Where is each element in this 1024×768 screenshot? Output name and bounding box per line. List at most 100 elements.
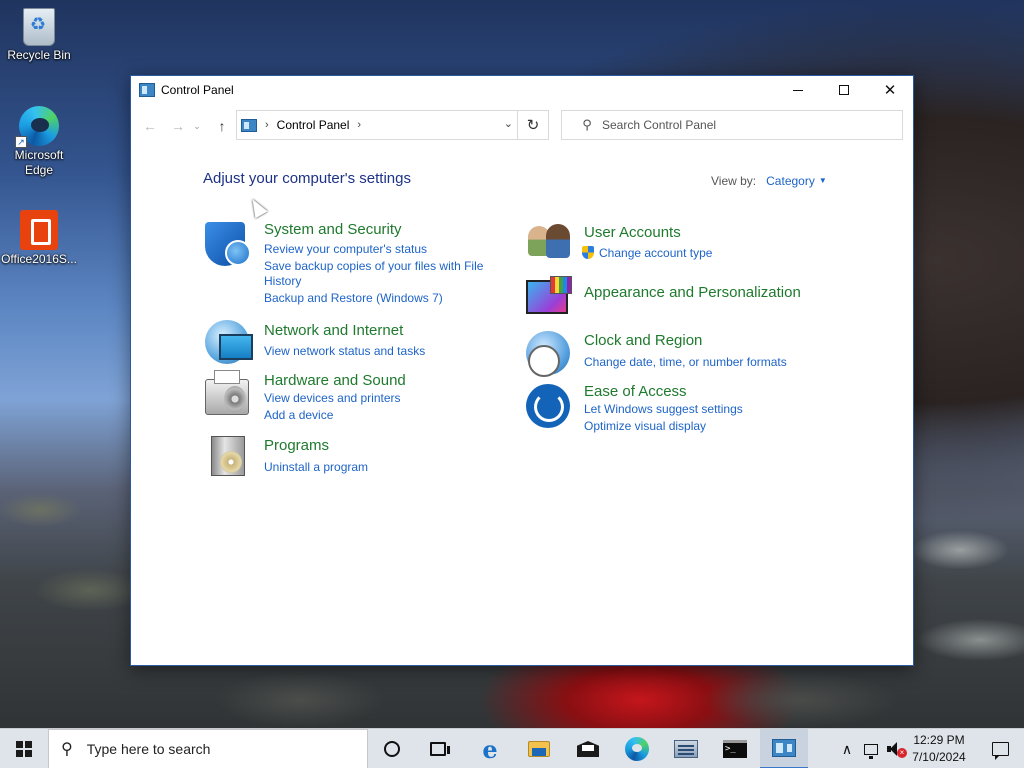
- refresh-icon: ↻: [526, 117, 540, 134]
- view-by-dropdown[interactable]: Category: [766, 174, 815, 188]
- link-devices-printers[interactable]: View devices and printers: [264, 391, 401, 406]
- desktop-icon-microsoft-edge[interactable]: ↗ Microsoft Edge: [1, 106, 77, 178]
- caret-down-icon[interactable]: ▼: [819, 176, 827, 185]
- start-button[interactable]: [0, 729, 48, 768]
- network-icon[interactable]: [205, 320, 253, 368]
- desktop-icon-label: Recycle Bin: [7, 48, 71, 62]
- category-title[interactable]: Programs: [264, 437, 329, 454]
- link-file-history[interactable]: Save backup copies of your files with Fi…: [264, 259, 483, 274]
- address-bar[interactable]: › Control Panel › ⌄: [236, 110, 518, 140]
- category-title[interactable]: User Accounts: [584, 224, 681, 241]
- taskbar-server-manager[interactable]: [662, 729, 710, 768]
- address-dropdown-icon[interactable]: ⌄: [504, 117, 513, 130]
- category-ease-of-access: Ease of Access Let Windows suggest setti…: [526, 383, 886, 440]
- taskbar-control-panel[interactable]: [760, 729, 808, 768]
- chevron-down-icon: ⌄: [193, 121, 201, 131]
- category-title[interactable]: Appearance and Personalization: [584, 284, 801, 301]
- category-network-internet: Network and Internet View network status…: [205, 320, 505, 368]
- arrow-up-icon: ↑: [218, 118, 226, 134]
- edge-icon: [625, 737, 649, 761]
- shield-icon[interactable]: [205, 222, 253, 270]
- category-appearance: Appearance and Personalization: [526, 276, 886, 324]
- cortana-button[interactable]: [368, 729, 416, 768]
- arrow-left-icon: ←: [143, 118, 157, 134]
- programs-icon[interactable]: [205, 436, 253, 484]
- title-bar[interactable]: Control Panel ✕: [131, 76, 913, 104]
- network-status-button[interactable]: [860, 729, 882, 768]
- desktop-icon-recycle-bin[interactable]: Recycle Bin: [1, 8, 77, 63]
- category-title[interactable]: Clock and Region: [584, 332, 702, 349]
- users-icon[interactable]: [526, 222, 574, 270]
- up-button[interactable]: ↑: [211, 116, 233, 136]
- window-title: Control Panel: [161, 83, 234, 97]
- mail-icon: [577, 741, 599, 757]
- view-by-label: View by:: [711, 174, 757, 188]
- taskbar: ⚲ Type here to search e >_ ∧ × 12:29 PM …: [0, 728, 1024, 768]
- category-user-accounts: User Accounts Change account type: [526, 222, 886, 272]
- link-uninstall-program[interactable]: Uninstall a program: [264, 460, 368, 475]
- speaker-muted-icon: ×: [887, 742, 907, 758]
- search-input[interactable]: [602, 118, 882, 132]
- category-system-security: System and Security Review your computer…: [205, 221, 505, 312]
- forward-button[interactable]: →: [167, 116, 189, 136]
- arrow-right-icon: →: [171, 118, 185, 134]
- clock-icon[interactable]: [526, 331, 574, 379]
- taskbar-edge-legacy[interactable]: e: [466, 729, 514, 768]
- navigation-bar: ← → ⌄ ↑ › Control Panel › ⌄ ↻ ⚲: [131, 110, 913, 142]
- link-network-status[interactable]: View network status and tasks: [264, 344, 425, 359]
- taskbar-mail[interactable]: [564, 729, 612, 768]
- uac-shield-icon: [582, 246, 594, 259]
- ease-of-access-icon[interactable]: [526, 384, 574, 432]
- task-view-button[interactable]: [414, 729, 462, 768]
- search-icon: ⚲: [582, 117, 592, 132]
- notification-icon: [991, 742, 1009, 760]
- link-text[interactable]: Change account type: [599, 246, 712, 260]
- close-button[interactable]: ✕: [867, 76, 913, 104]
- action-center-button[interactable]: [976, 729, 1024, 768]
- windows-logo-icon: [16, 741, 32, 757]
- shortcut-arrow-icon: ↗: [15, 136, 27, 148]
- link-optimize-display[interactable]: Optimize visual display: [584, 419, 706, 434]
- taskbar-search[interactable]: ⚲ Type here to search: [48, 729, 368, 768]
- volume-button[interactable]: ×: [884, 729, 907, 768]
- clock-date: 7/10/2024: [912, 750, 966, 764]
- category-title[interactable]: Ease of Access: [584, 383, 687, 400]
- link-backup-restore[interactable]: Backup and Restore (Windows 7): [264, 291, 443, 306]
- link-file-history-cont[interactable]: History: [264, 274, 301, 289]
- link-change-account-type[interactable]: Change account type: [582, 246, 712, 261]
- command-prompt-icon: >_: [723, 740, 747, 758]
- link-add-device[interactable]: Add a device: [264, 408, 333, 423]
- category-title[interactable]: Hardware and Sound: [264, 372, 406, 389]
- chevron-right-icon[interactable]: ›: [265, 119, 269, 131]
- search-icon: ⚲: [61, 741, 73, 758]
- link-date-time-formats[interactable]: Change date, time, or number formats: [584, 355, 787, 370]
- link-review-status[interactable]: Review your computer's status: [264, 242, 427, 257]
- taskbar-edge[interactable]: [613, 729, 661, 768]
- recent-locations-button[interactable]: ⌄: [191, 116, 203, 136]
- content-area: Adjust your computer's settings View by:…: [131, 166, 913, 665]
- link-suggest-settings[interactable]: Let Windows suggest settings: [584, 402, 743, 417]
- server-manager-icon: [674, 740, 698, 758]
- category-title[interactable]: System and Security: [264, 221, 402, 238]
- desktop-icon-office[interactable]: Office2016S...: [1, 210, 77, 267]
- taskbar-command-prompt[interactable]: >_: [711, 729, 759, 768]
- show-hidden-icons-button[interactable]: ∧: [836, 729, 858, 768]
- maximize-button[interactable]: [821, 76, 867, 104]
- printer-icon[interactable]: [205, 370, 253, 419]
- edge-legacy-icon: e: [482, 734, 498, 764]
- task-view-icon: [430, 742, 450, 756]
- refresh-button[interactable]: ↻: [518, 110, 549, 140]
- breadcrumb-control-panel[interactable]: Control Panel: [277, 118, 350, 132]
- back-button[interactable]: ←: [139, 116, 161, 136]
- appearance-icon[interactable]: [526, 276, 574, 324]
- chevron-right-icon[interactable]: ›: [357, 119, 361, 131]
- system-clock[interactable]: 12:29 PM 7/10/2024: [904, 732, 974, 766]
- close-icon: ✕: [883, 82, 897, 99]
- category-title[interactable]: Network and Internet: [264, 322, 403, 339]
- taskbar-file-explorer[interactable]: [515, 729, 563, 768]
- search-box[interactable]: ⚲: [561, 110, 903, 140]
- category-programs: Programs Uninstall a program: [205, 436, 505, 486]
- file-explorer-icon: [528, 741, 550, 757]
- minimize-button[interactable]: [775, 76, 821, 104]
- control-panel-icon: [241, 118, 257, 132]
